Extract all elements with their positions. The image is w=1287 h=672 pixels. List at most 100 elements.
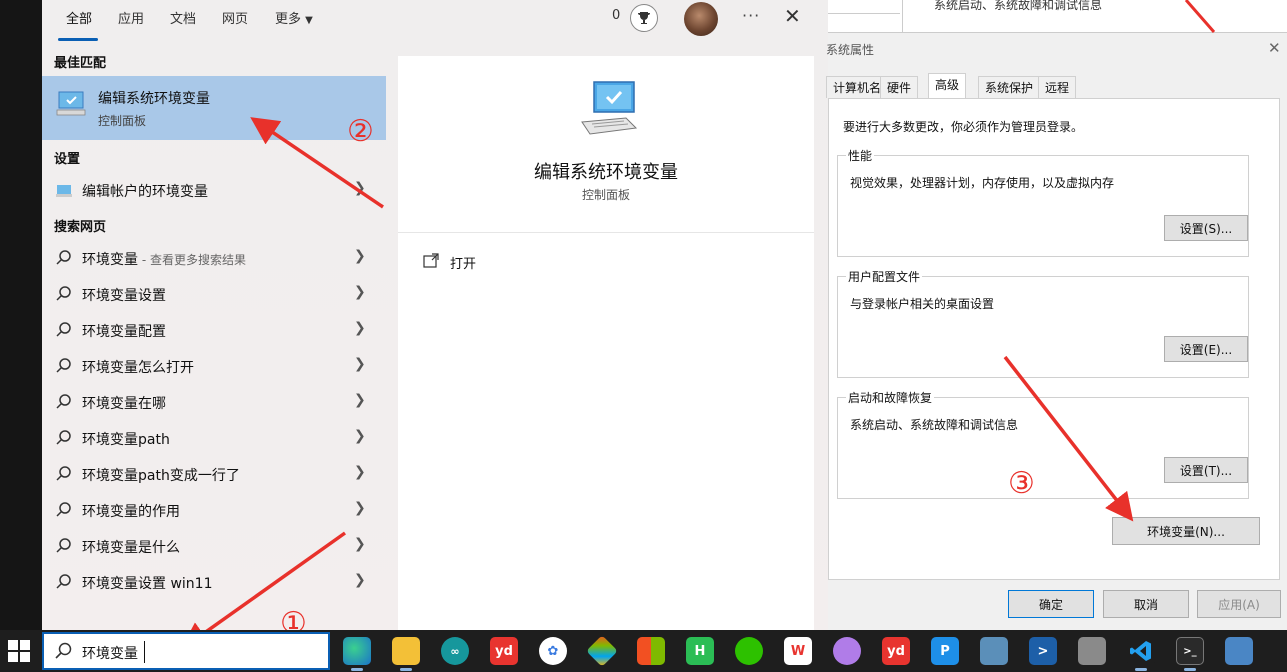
tab-hardware[interactable]: 硬件 bbox=[880, 76, 919, 98]
tab-apps[interactable]: 应用 bbox=[118, 8, 144, 27]
tab-all[interactable]: 全部 bbox=[66, 8, 92, 27]
rewards-trophy-icon[interactable] bbox=[630, 4, 658, 32]
open-label: 打开 bbox=[450, 257, 477, 272]
search-icon bbox=[55, 642, 72, 659]
search-panel: 全部 应用 文档 网页 更多 ▼ 0 ··· ✕ 最佳匹配 编辑系统环境变量 控… bbox=[42, 0, 828, 630]
web-result-item[interactable]: 环境变量怎么打开 ❯ bbox=[42, 348, 386, 384]
wechat-icon[interactable] bbox=[735, 637, 763, 665]
cat-icon[interactable] bbox=[833, 637, 861, 665]
search-icon bbox=[56, 538, 71, 553]
file-explorer-icon[interactable] bbox=[392, 637, 420, 665]
remote-icon[interactable] bbox=[980, 637, 1008, 665]
group-description: 系统启动、系统故障和调试信息 bbox=[850, 418, 1019, 432]
chevron-right-icon: ❯ bbox=[354, 500, 366, 516]
web-result-label: 环境变量path bbox=[82, 432, 170, 448]
printer-icon[interactable] bbox=[1078, 637, 1106, 665]
account-env-icon bbox=[56, 185, 72, 197]
step-3-label: ③ bbox=[1008, 466, 1035, 501]
running-indicator bbox=[1184, 668, 1196, 671]
tab-documents[interactable]: 文档 bbox=[170, 8, 196, 27]
web-result-item[interactable]: 环境变量path变成一行了 ❯ bbox=[42, 456, 386, 492]
search-icon bbox=[56, 502, 71, 517]
youdao-dict-icon[interactable]: yd bbox=[882, 637, 910, 665]
web-result-item[interactable]: 环境变量的作用 ❯ bbox=[42, 492, 386, 528]
arduino-icon[interactable]: ∞ bbox=[441, 637, 469, 665]
web-result-label: 环境变量是什么 bbox=[82, 540, 180, 556]
web-result-item[interactable]: 环境变量是什么 ❯ bbox=[42, 528, 386, 564]
background-window: 系统启动、系统故障和调试信息 bbox=[828, 0, 1287, 32]
tab-advanced[interactable]: 高级 bbox=[928, 73, 967, 99]
advanced-tab-panel: 要进行大多数更改，你必须作为管理员登录。 性能 视觉效果，处理器计划，内存使用，… bbox=[828, 98, 1280, 580]
web-result-label: 环境变量的作用 bbox=[82, 504, 180, 520]
user-profiles-settings-button[interactable]: 设置(E)... bbox=[1164, 336, 1248, 362]
chevron-right-icon: ❯ bbox=[354, 392, 366, 408]
network-icon[interactable] bbox=[1225, 637, 1253, 665]
cancel-button[interactable]: 取消 bbox=[1103, 590, 1189, 618]
preview-title: 编辑系统环境变量 bbox=[534, 162, 678, 183]
powershell-icon[interactable]: > bbox=[1029, 637, 1057, 665]
tab-web[interactable]: 网页 bbox=[222, 8, 248, 27]
terminal-icon[interactable]: >_ bbox=[1176, 637, 1204, 665]
windows-start-icon[interactable] bbox=[8, 640, 30, 662]
search-tabs: 全部 应用 文档 网页 更多 ▼ 0 ··· ✕ bbox=[42, 0, 828, 42]
user-profiles-group: 用户配置文件 与登录帐户相关的桌面设置 设置(E)... bbox=[837, 268, 1249, 378]
tab-computer-name[interactable]: 计算机名 bbox=[826, 76, 889, 98]
settings-item-account-env[interactable]: 编辑帐户的环境变量 ❯ bbox=[42, 172, 386, 208]
tab-more[interactable]: 更多 ▼ bbox=[275, 8, 313, 27]
git-icon[interactable] bbox=[586, 635, 618, 667]
windows-store-icon[interactable] bbox=[637, 637, 665, 665]
tab-system-protection[interactable]: 系统保护 bbox=[978, 76, 1041, 98]
background-window-edge bbox=[828, 0, 900, 14]
performance-settings-button[interactable]: 设置(S)... bbox=[1164, 215, 1248, 241]
chevron-right-icon: ❯ bbox=[354, 180, 366, 196]
apply-button[interactable]: 应用(A) bbox=[1197, 590, 1281, 618]
open-action[interactable]: 打开 bbox=[422, 252, 622, 276]
web-result-label: 环境变量在哪 bbox=[82, 396, 166, 412]
ok-button[interactable]: 确定 bbox=[1008, 590, 1094, 618]
web-result-item[interactable]: 环境变量path ❯ bbox=[42, 420, 386, 456]
web-result-hint: - 查看更多搜索结果 bbox=[138, 253, 246, 267]
admin-note: 要进行大多数更改，你必须作为管理员登录。 bbox=[843, 120, 1084, 134]
photos-icon[interactable]: ✿ bbox=[539, 637, 567, 665]
tab-more-label: 更多 bbox=[275, 12, 302, 27]
chevron-right-icon: ❯ bbox=[354, 284, 366, 300]
close-icon[interactable]: ✕ bbox=[784, 4, 801, 28]
dialog-title: 系统属性 bbox=[826, 43, 875, 57]
youdao-icon[interactable]: yd bbox=[490, 637, 518, 665]
user-avatar[interactable] bbox=[684, 2, 718, 36]
vscode-icon[interactable] bbox=[1127, 637, 1155, 665]
app-label: P bbox=[940, 643, 950, 659]
environment-variables-button[interactable]: 环境变量(N)... bbox=[1112, 517, 1260, 545]
more-options-icon[interactable]: ··· bbox=[742, 6, 760, 25]
hbuilder-icon[interactable]: H bbox=[686, 637, 714, 665]
taskbar-search-input[interactable]: 环境变量 bbox=[42, 632, 330, 670]
pycharm-icon[interactable]: P bbox=[931, 637, 959, 665]
divider bbox=[902, 0, 903, 32]
settings-item-label: 编辑帐户的环境变量 bbox=[82, 184, 208, 200]
close-icon[interactable]: ✕ bbox=[1268, 39, 1281, 57]
edge-icon[interactable] bbox=[343, 637, 371, 665]
settings-header: 设置 bbox=[54, 152, 81, 167]
web-result-item[interactable]: 环境变量设置 ❯ bbox=[42, 276, 386, 312]
background-text: 系统启动、系统故障和调试信息 bbox=[934, 0, 1103, 12]
best-match-item[interactable]: 编辑系统环境变量 控制面板 bbox=[42, 76, 386, 140]
web-result-item[interactable]: 环境变量 - 查看更多搜索结果 ❯ bbox=[42, 240, 386, 276]
startup-settings-button[interactable]: 设置(T)... bbox=[1164, 457, 1248, 483]
text-caret bbox=[144, 641, 145, 663]
search-icon bbox=[56, 322, 71, 337]
chevron-right-icon: ❯ bbox=[354, 320, 366, 336]
group-label: 启动和故障恢复 bbox=[846, 389, 935, 406]
best-match-title: 编辑系统环境变量 bbox=[98, 91, 210, 107]
taskbar: 环境变量 ∞ yd ✿ H W yd P > >_ bbox=[0, 630, 1287, 672]
best-match-subtitle: 控制面板 bbox=[98, 114, 147, 128]
web-result-item[interactable]: 环境变量在哪 ❯ bbox=[42, 384, 386, 420]
web-result-label: 环境变量配置 bbox=[82, 324, 166, 340]
best-match-header: 最佳匹配 bbox=[54, 56, 107, 71]
system-env-monitor-icon bbox=[581, 81, 638, 135]
chevron-right-icon: ❯ bbox=[354, 428, 366, 444]
tab-remote[interactable]: 远程 bbox=[1038, 76, 1077, 98]
web-result-item[interactable]: 环境变量配置 ❯ bbox=[42, 312, 386, 348]
web-result-item[interactable]: 环境变量设置 win11 ❯ bbox=[42, 564, 386, 600]
search-icon bbox=[56, 574, 71, 589]
wps-icon[interactable]: W bbox=[784, 637, 812, 665]
